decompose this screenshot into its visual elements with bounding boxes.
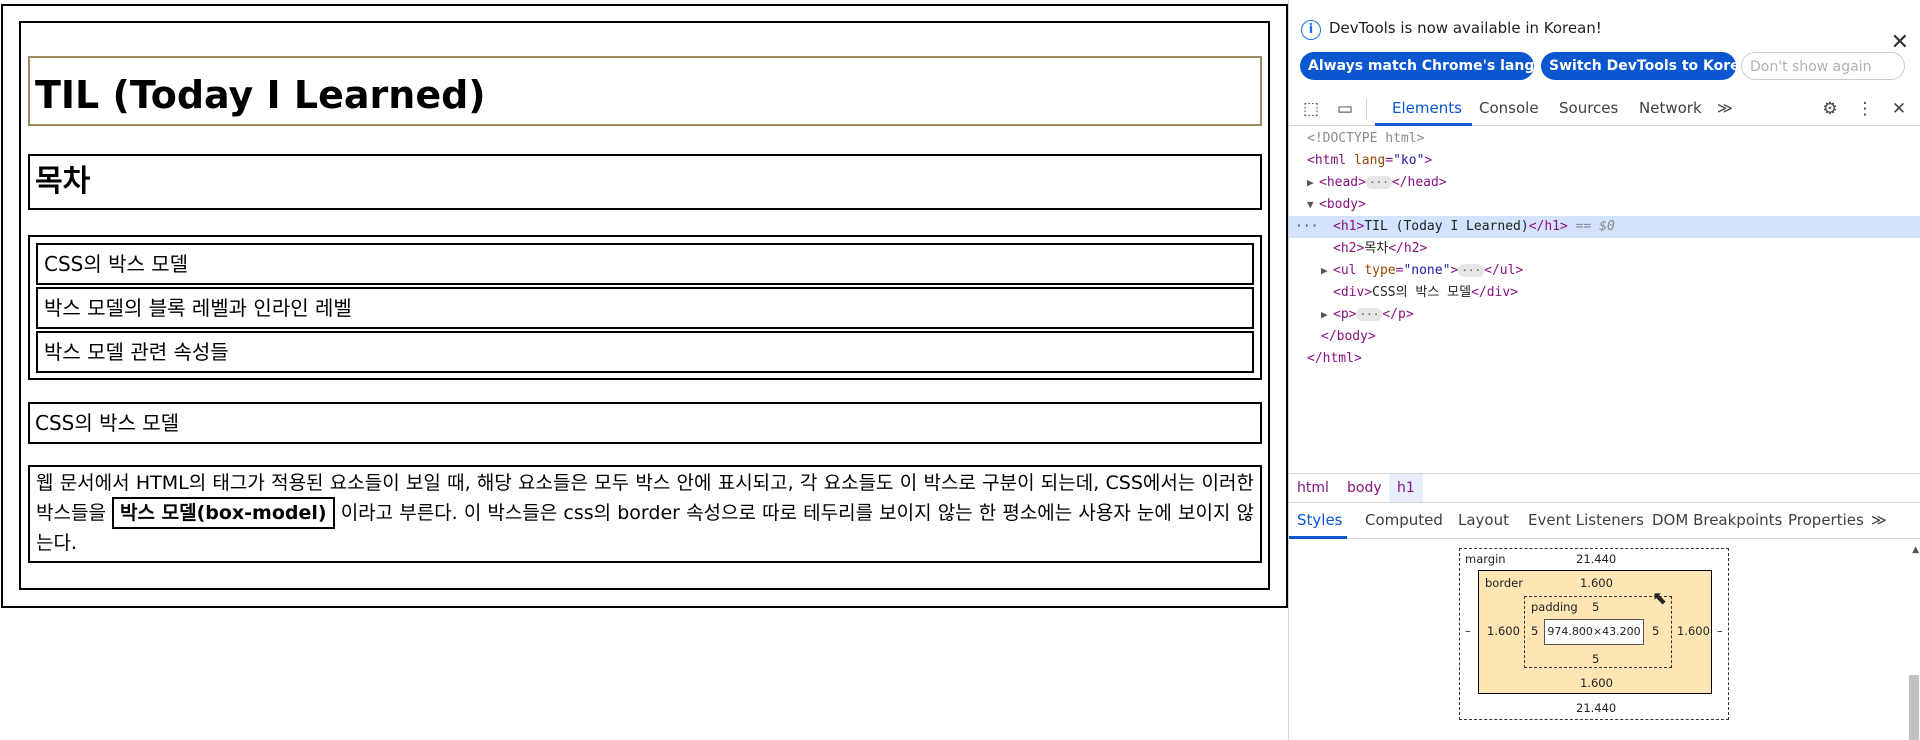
tab-properties[interactable]: Properties bbox=[1788, 511, 1864, 529]
margin-bottom-value[interactable]: 21.440 bbox=[1576, 701, 1616, 715]
dom-tree: <!DOCTYPE html> <html lang="ko"> ▶ <head>… bbox=[1289, 128, 1920, 473]
dom-h2[interactable]: <h2>목차</h2> bbox=[1289, 238, 1920, 260]
language-infobar: i DevTools is now available in Korean! ✕… bbox=[1289, 0, 1920, 86]
scroll-thumb[interactable] bbox=[1909, 675, 1919, 740]
border-right-value[interactable]: 1.600 bbox=[1677, 624, 1710, 638]
tab-layout[interactable]: Layout bbox=[1458, 511, 1509, 529]
rendered-page: TIL (Today I Learned) 목차 CSS의 박스 모델 박스 모… bbox=[0, 0, 1288, 740]
sidebar-tabs: Styles Computed Layout Event Listeners D… bbox=[1289, 503, 1920, 539]
ellipsis-badge: ··· bbox=[1365, 176, 1392, 189]
dom-doctype[interactable]: <!DOCTYPE html> bbox=[1289, 128, 1920, 150]
margin-right-value[interactable]: – bbox=[1717, 624, 1723, 638]
tab-sources[interactable]: Sources bbox=[1559, 99, 1618, 117]
gear-icon[interactable]: ⚙ bbox=[1819, 98, 1841, 120]
dom-ul[interactable]: ▶ <ul type="none"> ··· </ul> bbox=[1289, 260, 1920, 282]
breadcrumb-h1[interactable]: h1 bbox=[1389, 474, 1423, 502]
collapse-triangle-icon: ▼ bbox=[1307, 198, 1314, 211]
expand-triangle-icon: ▶ bbox=[1321, 308, 1328, 321]
ellipsis-badge: ··· bbox=[1458, 264, 1485, 277]
margin-left-value[interactable]: – bbox=[1465, 624, 1471, 638]
border-label: border bbox=[1485, 576, 1523, 590]
border-bottom-value[interactable]: 1.600 bbox=[1580, 676, 1613, 690]
styles-scrollbar[interactable]: ▲ bbox=[1908, 545, 1920, 740]
scroll-up-icon[interactable]: ▲ bbox=[1912, 545, 1919, 555]
dom-div[interactable]: <div>CSS의 박스 모델</div> bbox=[1289, 282, 1920, 304]
expand-triangle-icon: ▶ bbox=[1307, 176, 1314, 189]
margin-top-value[interactable]: 21.440 bbox=[1576, 552, 1616, 566]
ellipsis-badge: ··· bbox=[1356, 308, 1383, 321]
h2-box bbox=[28, 154, 1262, 210]
dom-body[interactable]: ▼ <body> bbox=[1289, 194, 1920, 216]
border-left-value[interactable]: 1.600 bbox=[1487, 624, 1520, 638]
list-item: 박스 모델의 블록 레벨과 인라인 레벨 bbox=[36, 287, 1254, 329]
device-toolbar-icon[interactable]: ▭ bbox=[1334, 98, 1356, 120]
toolbar-divider bbox=[1366, 98, 1367, 120]
infobar-close-icon[interactable]: ✕ bbox=[1891, 32, 1909, 54]
page-title: TIL (Today I Learned) bbox=[35, 73, 486, 117]
infobar-message: DevTools is now available in Korean! bbox=[1329, 19, 1602, 37]
padding-label: padding bbox=[1531, 600, 1578, 614]
toc-heading: 목차 bbox=[35, 164, 91, 199]
always-match-language-button[interactable]: Always match Chrome's language bbox=[1300, 52, 1573, 80]
info-icon: i bbox=[1301, 20, 1321, 40]
more-subtabs-icon[interactable]: ≫ bbox=[1871, 511, 1887, 529]
more-tabs-icon[interactable]: ≫ bbox=[1717, 99, 1733, 117]
padding-right-value[interactable]: 5 bbox=[1652, 624, 1659, 638]
div-box bbox=[28, 402, 1262, 444]
paragraph: 웹 문서에서 HTML의 태그가 적용된 요소들이 보일 때, 해당 요소들은 … bbox=[36, 469, 1254, 557]
kebab-menu-icon[interactable]: ⋮ bbox=[1854, 98, 1876, 120]
breadcrumb-body[interactable]: body bbox=[1339, 474, 1390, 502]
active-tab-indicator bbox=[1375, 123, 1472, 126]
dom-head[interactable]: ▶ <head> ··· </head> bbox=[1289, 172, 1920, 194]
devtools-toolbar: ⬚ ▭ Elements Console Sources Network ≫ ⚙… bbox=[1289, 90, 1920, 126]
list-item: 박스 모델 관련 속성들 bbox=[36, 331, 1254, 373]
devtools-panel: i DevTools is now available in Korean! ✕… bbox=[1288, 0, 1920, 740]
mouse-cursor-icon: ⬉ bbox=[1652, 588, 1668, 609]
list-item: CSS의 박스 모델 bbox=[36, 243, 1254, 285]
breadcrumb-html[interactable]: html bbox=[1289, 474, 1337, 502]
padding-left-value[interactable]: 5 bbox=[1531, 624, 1538, 638]
box-model-diagram: 974.800×43.200 margin 21.440 21.440 – – … bbox=[1289, 540, 1920, 740]
tab-dom-breakpoints[interactable]: DOM Breakpoints bbox=[1652, 511, 1782, 529]
dom-h1-selected[interactable]: ··· <h1>TIL (Today I Learned)</h1> == $0 bbox=[1289, 216, 1920, 238]
dom-html-close[interactable]: </html> bbox=[1289, 348, 1920, 370]
active-subtab-indicator bbox=[1289, 536, 1347, 539]
padding-bottom-value[interactable]: 5 bbox=[1592, 652, 1599, 666]
close-devtools-icon[interactable]: ✕ bbox=[1888, 98, 1910, 120]
dom-body-close[interactable]: </body> bbox=[1289, 326, 1920, 348]
tab-console[interactable]: Console bbox=[1479, 99, 1539, 117]
node-actions-icon: ··· bbox=[1295, 219, 1319, 234]
tab-event-listeners[interactable]: Event Listeners bbox=[1528, 511, 1644, 529]
tab-elements[interactable]: Elements bbox=[1392, 99, 1462, 117]
dom-p[interactable]: ▶ <p> ··· </p> bbox=[1289, 304, 1920, 326]
section-div-text: CSS의 박스 모델 bbox=[35, 411, 180, 435]
padding-top-value[interactable]: 5 bbox=[1592, 600, 1599, 614]
margin-label: margin bbox=[1465, 552, 1506, 566]
strong-box-model: 박스 모델(box-model) bbox=[112, 497, 335, 529]
expand-triangle-icon: ▶ bbox=[1321, 264, 1328, 277]
dom-html[interactable]: <html lang="ko"> bbox=[1289, 150, 1920, 172]
tab-styles[interactable]: Styles bbox=[1297, 511, 1343, 529]
breadcrumb: html body h1 bbox=[1289, 473, 1920, 503]
inspect-element-icon[interactable]: ⬚ bbox=[1300, 98, 1322, 120]
switch-to-korean-button[interactable]: Switch DevTools to Korean bbox=[1541, 52, 1759, 80]
content-box[interactable]: 974.800×43.200 bbox=[1544, 619, 1644, 645]
dont-show-again-button[interactable]: Don't show again bbox=[1741, 52, 1905, 80]
border-top-value[interactable]: 1.600 bbox=[1580, 576, 1613, 590]
tab-computed[interactable]: Computed bbox=[1365, 511, 1443, 529]
tab-network[interactable]: Network bbox=[1639, 99, 1702, 117]
